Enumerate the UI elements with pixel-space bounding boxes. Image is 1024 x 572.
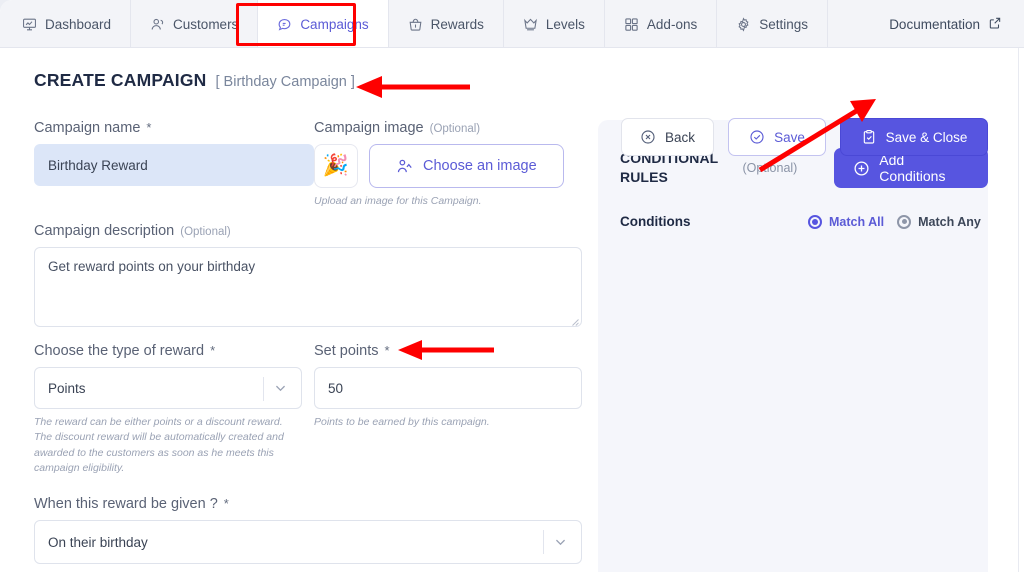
annotation-arrow-title: [356, 76, 470, 98]
app-window: Dashboard Customers Campaigns Rewards Le…: [0, 0, 1024, 572]
annotation-arrow-set-points: [398, 340, 494, 360]
annotation-arrows: [356, 76, 876, 360]
annotation-arrow-save-close: [758, 99, 876, 173]
